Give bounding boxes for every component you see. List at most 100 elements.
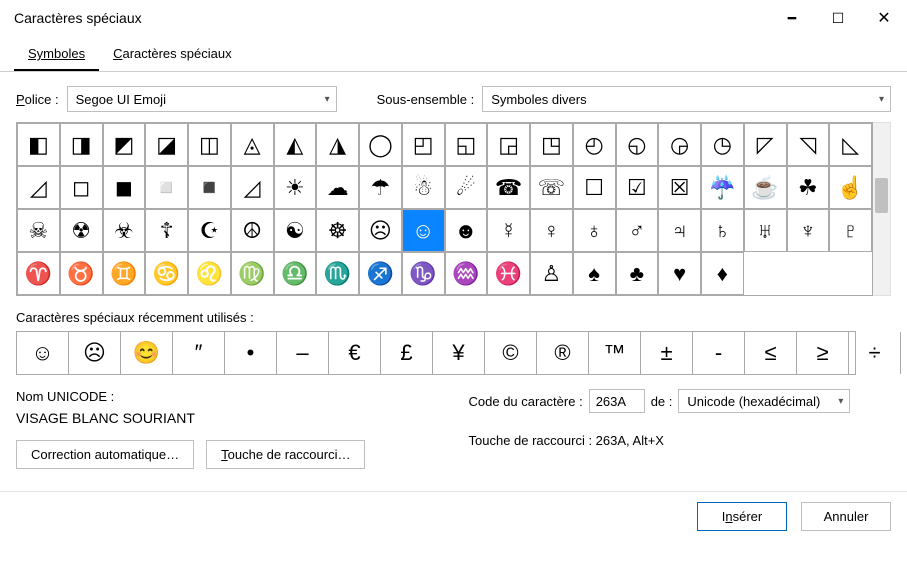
char-cell[interactable]: ♂ [616,209,659,252]
from-combo[interactable]: Unicode (hexadécimal) ▾ [678,389,850,413]
minimize-icon[interactable]: ━ [769,0,815,36]
char-cell[interactable]: ♋ [145,252,188,295]
char-cell[interactable]: ◭ [274,123,317,166]
char-cell[interactable]: ☀ [274,166,317,209]
recent-cell[interactable]: ± [641,332,693,374]
cancel-button[interactable]: Annuler [801,502,891,531]
char-code-input[interactable] [589,389,645,413]
char-cell[interactable]: ♑ [402,252,445,295]
recent-cell[interactable]: ☹ [69,332,121,374]
char-cell[interactable]: ♓ [487,252,530,295]
char-cell[interactable]: ◻ [60,166,103,209]
char-cell[interactable]: ♍ [231,252,274,295]
char-cell[interactable]: ☮ [231,209,274,252]
font-combo[interactable]: Segoe UI Emoji ▾ [67,86,337,112]
recent-cell[interactable]: • [225,332,277,374]
scroll-thumb[interactable] [875,178,888,213]
char-cell[interactable]: ♈ [17,252,60,295]
char-cell[interactable]: ♄ [701,209,744,252]
char-cell[interactable]: ◾ [188,166,231,209]
char-cell[interactable]: ♠ [573,252,616,295]
char-cell[interactable]: ☘ [787,166,830,209]
char-cell[interactable]: ☻ [445,209,488,252]
char-cell[interactable]: ♇ [829,209,872,252]
char-cell[interactable]: ☣ [103,209,146,252]
char-cell[interactable]: ☯ [274,209,317,252]
char-cell[interactable]: ♎ [274,252,317,295]
char-cell[interactable]: ☑ [616,166,659,209]
char-cell[interactable]: ☦ [145,209,188,252]
char-cell[interactable]: ♙ [530,252,573,295]
char-cell[interactable]: ☄ [445,166,488,209]
char-cell[interactable]: ◨ [60,123,103,166]
char-cell[interactable]: ☁ [316,166,359,209]
char-cell[interactable]: ♣ [616,252,659,295]
char-cell[interactable]: ◩ [103,123,146,166]
recent-cell[interactable]: £ [381,332,433,374]
char-cell[interactable]: ☹ [359,209,402,252]
recent-cell[interactable]: ÷ [849,332,901,374]
char-cell[interactable]: ◿ [231,166,274,209]
char-cell[interactable]: ☔ [701,166,744,209]
recent-cell[interactable]: € [329,332,381,374]
char-cell[interactable]: ◯ [359,123,402,166]
char-cell[interactable]: ♏ [316,252,359,295]
char-cell[interactable]: ◴ [573,123,616,166]
recent-cell[interactable]: – [277,332,329,374]
char-cell[interactable]: ♁ [573,209,616,252]
subset-combo[interactable]: Symboles divers ▾ [482,86,891,112]
char-cell[interactable]: ☪ [188,209,231,252]
char-cell[interactable]: ☕ [744,166,787,209]
tab-symbols[interactable]: Symboles [14,40,99,71]
char-cell[interactable]: ♃ [658,209,701,252]
char-cell[interactable]: ◺ [829,123,872,166]
recent-cell[interactable]: ☺ [17,332,69,374]
insert-button[interactable]: Insérer [697,502,787,531]
recent-cell[interactable]: - [693,332,745,374]
char-cell[interactable]: ☺ [402,209,445,252]
char-cell[interactable]: ♅ [744,209,787,252]
char-cell[interactable]: ◳ [530,123,573,166]
autocorrect-button[interactable]: Correction automatique… [16,440,194,469]
tab-special-chars[interactable]: Caractères spéciaux [99,40,246,71]
char-cell[interactable]: ◹ [787,123,830,166]
char-cell[interactable]: ◱ [445,123,488,166]
char-cell[interactable]: ◼ [103,166,146,209]
recent-cell[interactable]: × [901,332,907,374]
recent-cell[interactable]: ® [537,332,589,374]
char-cell[interactable]: ◲ [487,123,530,166]
char-cell[interactable]: ◶ [658,123,701,166]
char-cell[interactable]: ♦ [701,252,744,295]
char-cell[interactable]: ♊ [103,252,146,295]
char-cell[interactable]: ☠ [17,209,60,252]
recent-cell[interactable]: ≥ [797,332,849,374]
recent-cell[interactable]: ™ [589,332,641,374]
char-cell[interactable]: ☏ [530,166,573,209]
grid-scrollbar[interactable] [873,122,891,296]
char-cell[interactable]: ☿ [487,209,530,252]
recent-cell[interactable]: ¥ [433,332,485,374]
close-icon[interactable]: ✕ [861,0,907,36]
char-cell[interactable]: ♆ [787,209,830,252]
recent-cell[interactable]: © [485,332,537,374]
char-cell[interactable]: ◸ [744,123,787,166]
char-cell[interactable]: ☃ [402,166,445,209]
char-cell[interactable]: ◫ [188,123,231,166]
char-cell[interactable]: ☒ [658,166,701,209]
char-cell[interactable]: ♌ [188,252,231,295]
char-cell[interactable]: ◧ [17,123,60,166]
char-cell[interactable]: ♒ [445,252,488,295]
char-cell[interactable]: ◰ [402,123,445,166]
char-cell[interactable]: ♀ [530,209,573,252]
char-cell[interactable]: ◵ [616,123,659,166]
char-cell[interactable]: ☸ [316,209,359,252]
char-cell[interactable]: ☝ [829,166,872,209]
char-cell[interactable]: ♥ [658,252,701,295]
char-cell[interactable]: ☐ [573,166,616,209]
char-cell[interactable]: ◬ [231,123,274,166]
shortcut-key-button[interactable]: Touche de raccourci… [206,440,365,469]
char-cell[interactable]: ♐ [359,252,402,295]
char-cell[interactable]: ♉ [60,252,103,295]
char-cell[interactable]: ◿ [17,166,60,209]
char-cell[interactable]: ◪ [145,123,188,166]
